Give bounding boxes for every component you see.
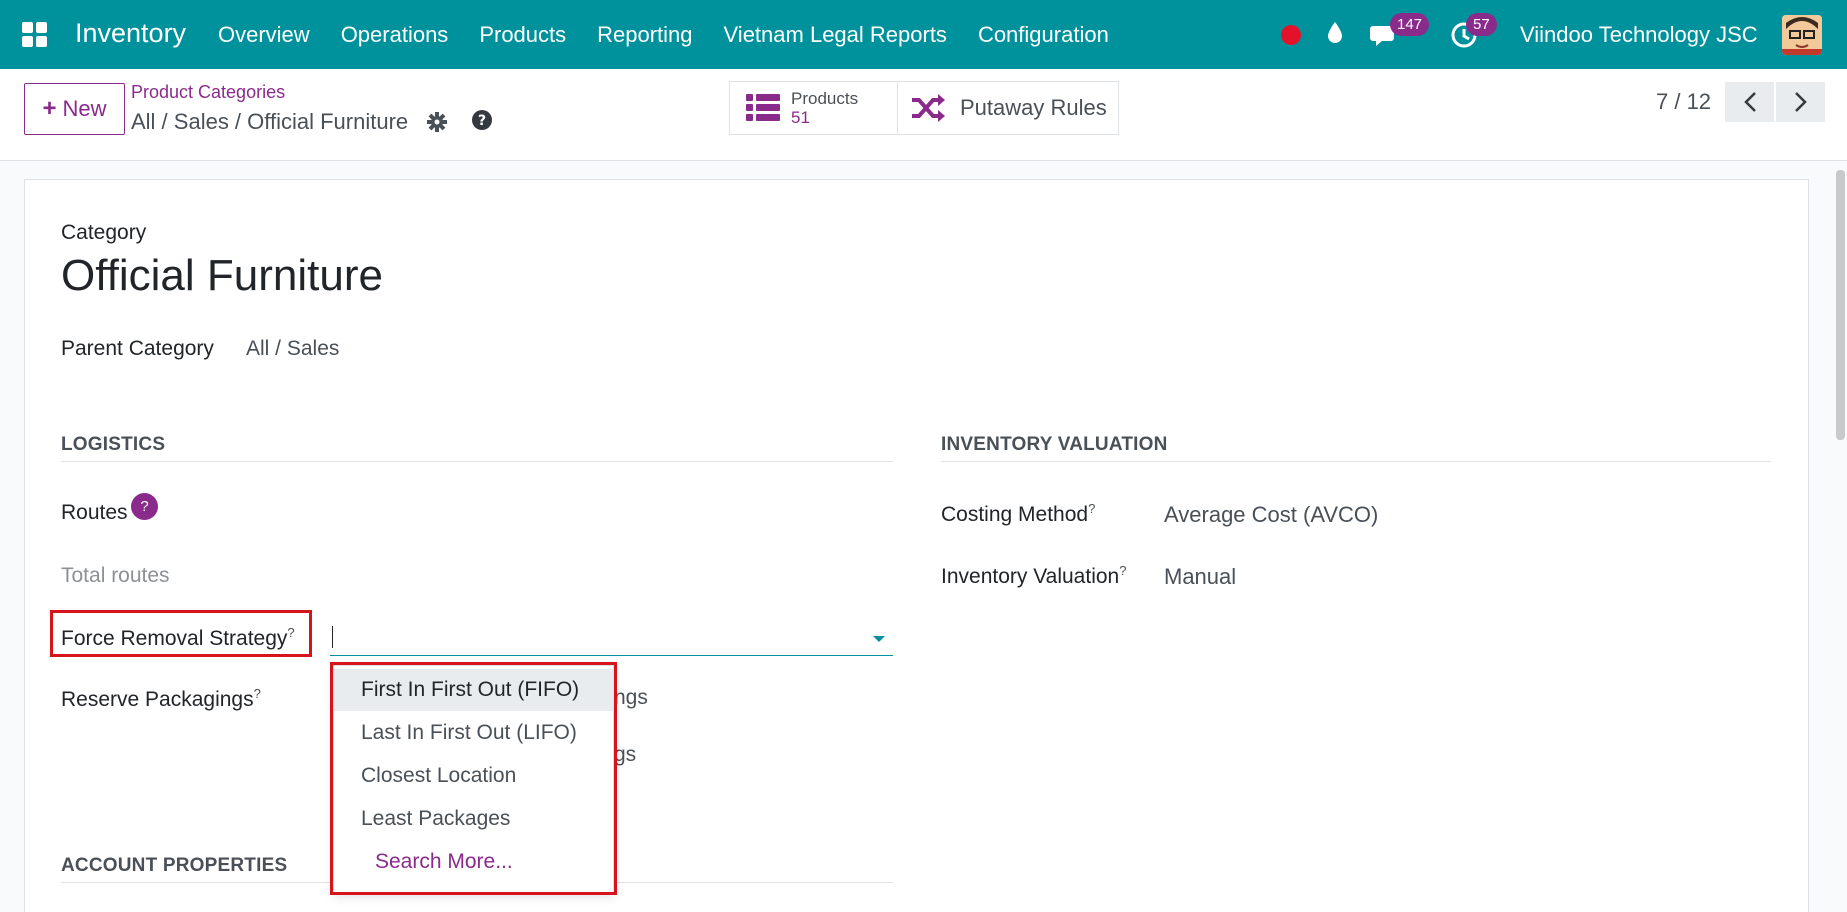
logistics-section-title: LOGISTICS — [61, 434, 166, 455]
costing-method-text: Costing Method — [941, 503, 1089, 526]
top-navbar: Inventory Overview Operations Products R… — [0, 0, 1847, 69]
breadcrumb-current: All / Sales / Official Furniture — [131, 109, 409, 134]
menu-overview[interactable]: Overview — [218, 22, 310, 48]
category-label: Category — [61, 221, 147, 244]
pager-value[interactable]: 7 / 12 — [1656, 89, 1711, 115]
menu-products[interactable]: Products — [479, 22, 566, 48]
force-removal-strategy-text: Force Removal Strategy — [61, 627, 288, 650]
costing-method-field[interactable]: Average Cost (AVCO) — [1164, 502, 1378, 528]
pager-previous-button[interactable] — [1725, 82, 1774, 122]
new-button[interactable]: + New — [24, 83, 125, 135]
inventory-valuation-text: Inventory Valuation — [941, 565, 1120, 588]
pager-next-button[interactable] — [1776, 82, 1825, 122]
help-tooltip-mark[interactable]: ? — [254, 686, 261, 701]
inventory-valuation-section-title: INVENTORY VALUATION — [941, 434, 1168, 455]
costing-method-label: Costing Method? — [941, 501, 1095, 527]
valuation-divider — [941, 461, 1771, 462]
inventory-valuation-label: Inventory Valuation? — [941, 563, 1126, 589]
menu-configuration[interactable]: Configuration — [978, 22, 1109, 48]
parent-category-label: Parent Category — [61, 337, 214, 360]
parent-category-field[interactable]: All / Sales — [246, 337, 339, 361]
logistics-divider — [61, 461, 893, 462]
caret-down-icon[interactable] — [873, 636, 885, 642]
plus-icon: + — [42, 95, 57, 122]
user-avatar[interactable] — [1782, 15, 1822, 55]
routes-label: Routes — [61, 501, 128, 524]
routes-help-badge[interactable]: ? — [131, 493, 158, 520]
reserve-option-2-partial: gs — [614, 743, 637, 766]
products-smart-count: 51 — [791, 108, 810, 127]
smart-buttons: Products 51 Putaway Rules — [729, 81, 1119, 135]
help-tooltip-mark[interactable]: ? — [1088, 501, 1095, 516]
account-properties-section-title: ACCOUNT PROPERTIES — [61, 855, 288, 876]
putaway-rules-smart-button[interactable]: Putaway Rules — [898, 81, 1119, 135]
help-tooltip-mark[interactable]: ? — [1119, 563, 1126, 578]
help-tooltip-mark[interactable]: ? — [287, 625, 294, 640]
avatar-face-icon — [1782, 15, 1822, 55]
putaway-rules-label: Putaway Rules — [960, 95, 1107, 120]
svg-text:?: ? — [478, 113, 486, 129]
inventory-valuation-field[interactable]: Manual — [1164, 564, 1236, 590]
force-removal-strategy-label: Force Removal Strategy? — [61, 625, 295, 651]
activities-badge: 57 — [1466, 13, 1497, 36]
reserve-packagings-label: Reserve Packagings? — [61, 686, 261, 712]
breadcrumb-parent-link[interactable]: Product Categories — [131, 82, 285, 103]
gear-icon[interactable] — [426, 111, 448, 133]
water-drop-icon[interactable] — [1325, 20, 1345, 46]
list-icon — [746, 94, 780, 121]
menu-reporting[interactable]: Reporting — [597, 22, 692, 48]
main-menu: Overview Operations Products Reporting V… — [218, 22, 1140, 48]
text-cursor — [332, 626, 333, 648]
apps-menu-icon[interactable] — [22, 22, 48, 48]
category-name-field[interactable]: Official Furniture — [61, 251, 383, 301]
app-name[interactable]: Inventory — [75, 18, 186, 49]
force-removal-strategy-select[interactable] — [330, 618, 893, 656]
help-icon[interactable]: ? — [471, 109, 493, 131]
shuffle-icon — [912, 94, 945, 122]
new-button-label: New — [62, 96, 107, 121]
reserve-option-1-partial: ngs — [614, 686, 648, 709]
company-switcher[interactable]: Viindoo Technology JSC — [1520, 22, 1758, 48]
messages-badge: 147 — [1390, 13, 1430, 36]
dropdown-highlight — [330, 662, 617, 895]
reserve-packagings-text: Reserve Packagings — [61, 688, 254, 711]
total-routes-label: Total routes — [61, 564, 170, 587]
chevron-right-icon — [1794, 92, 1807, 112]
products-smart-label: Products — [791, 89, 859, 108]
menu-vietnam-legal-reports[interactable]: Vietnam Legal Reports — [724, 22, 947, 48]
products-smart-button[interactable]: Products 51 — [729, 81, 898, 135]
control-panel: + New Product Categories All / Sales / O… — [0, 69, 1847, 161]
scrollbar[interactable] — [1836, 170, 1845, 440]
recording-dot-icon[interactable] — [1281, 25, 1301, 45]
menu-operations[interactable]: Operations — [341, 22, 449, 48]
chevron-left-icon — [1743, 92, 1756, 112]
